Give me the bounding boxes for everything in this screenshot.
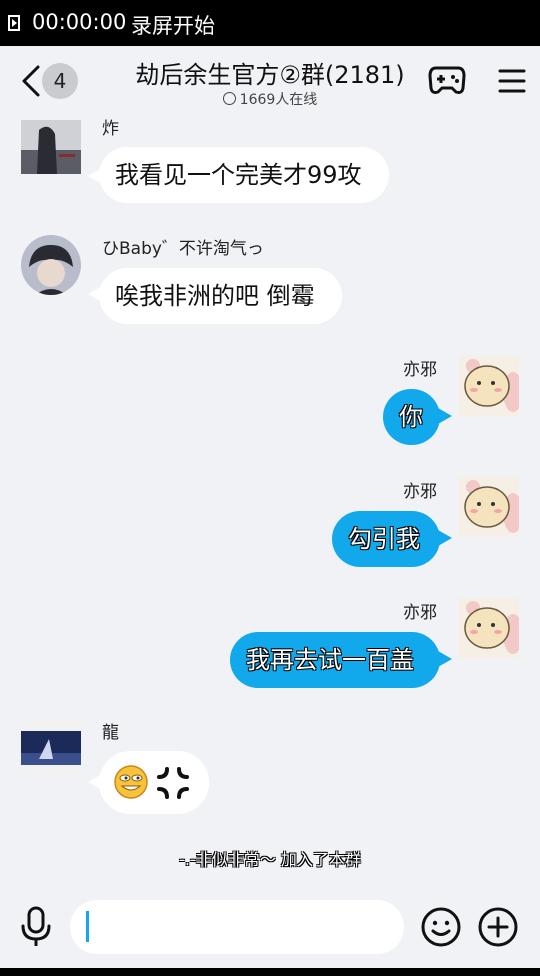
avatar[interactable] <box>21 719 81 778</box>
status-bar: 00:00:00 录屏开始 <box>0 0 540 46</box>
message-bubble[interactable]: 我看见一个完美才99攻 <box>99 147 389 203</box>
gamepad-icon[interactable] <box>428 64 466 96</box>
sender-name: 亦邪 <box>403 360 437 380</box>
avatar[interactable] <box>21 235 81 295</box>
avatar[interactable] <box>459 598 519 658</box>
unread-count-badge[interactable]: 4 <box>42 63 78 99</box>
bottom-bar <box>0 968 540 976</box>
message-bubble[interactable]: 唉我非洲的吧 倒霉 <box>99 268 342 324</box>
text-caret <box>86 911 89 942</box>
emoji-icon[interactable] <box>420 906 462 948</box>
microphone-icon[interactable] <box>20 906 52 948</box>
message-bubble[interactable]: 勾引我 <box>332 511 440 567</box>
avatar[interactable] <box>21 120 81 174</box>
group-title[interactable]: 劫后余生官方②群(2181) <box>100 55 440 90</box>
menu-icon[interactable] <box>498 68 526 94</box>
screen-record-icon <box>8 15 20 31</box>
recording-label: 录屏开始 <box>131 14 215 38</box>
chevron-circle-icon <box>222 92 236 105</box>
system-notice: -.-非似非常～ 加入了本群 <box>179 850 361 869</box>
message-bubble[interactable] <box>99 751 209 814</box>
anger-emoji-icon <box>157 767 189 799</box>
sender-name: 龍 <box>102 723 119 743</box>
online-count-text: 1669人在线 <box>239 92 318 108</box>
online-count: 1669人在线 <box>100 89 440 109</box>
avatar[interactable] <box>459 477 519 537</box>
avatar[interactable] <box>459 356 519 416</box>
sender-name: 亦邪 <box>403 603 437 623</box>
status-time: 00:00:00 <box>32 10 127 34</box>
sender-name: 亦邪 <box>403 482 437 502</box>
grin-emoji-icon <box>114 765 148 799</box>
message-input[interactable] <box>70 900 404 954</box>
message-bubble[interactable]: 我再去试一百盖 <box>230 632 440 688</box>
sender-name: 炸 <box>102 119 119 139</box>
plus-icon[interactable] <box>477 906 519 948</box>
sender-name: ひBaby゛不许淘气っ <box>102 239 264 259</box>
message-bubble[interactable]: 你 <box>383 389 440 445</box>
